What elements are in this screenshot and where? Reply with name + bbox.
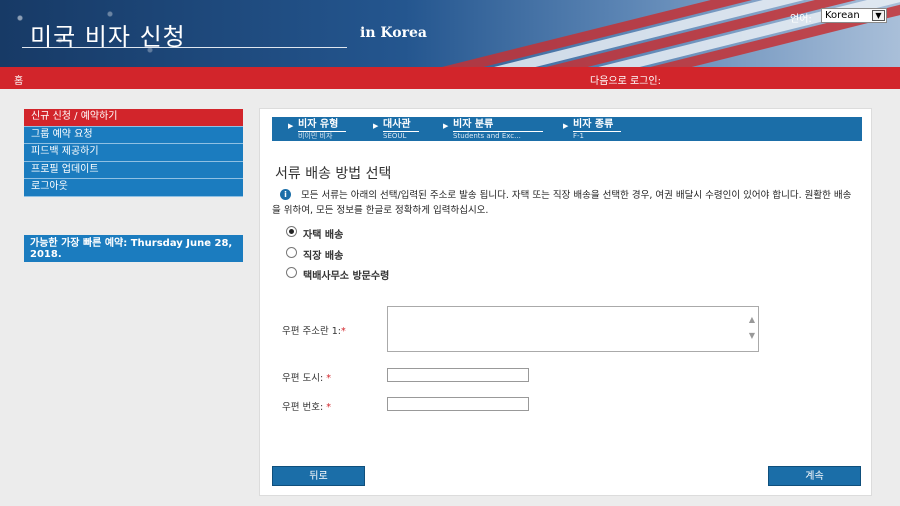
step-value: 비이민 비자 (298, 132, 333, 140)
top-nav-bar: 홈 다음으로 로그인: (0, 67, 900, 89)
required-mark: * (326, 373, 331, 384)
radio-button[interactable] (286, 247, 297, 258)
play-arrow-icon: ▶ (563, 122, 569, 130)
sidebar-item-new-application[interactable]: 신규 신청 / 예약하기 (24, 109, 243, 127)
main-panel: ▶ 비자 유형 비이민 비자 ▶ 대사관 SEOUL ▶ 비자 분류 Stude… (259, 108, 872, 496)
sidebar-item-group-request[interactable]: 그룹 예약 요청 (24, 126, 243, 144)
language-label: 언어: (790, 14, 812, 25)
home-link[interactable]: 홈 (14, 72, 23, 87)
logged-in-label: 다음으로 로그인: (590, 76, 661, 87)
back-button[interactable]: 뒤로 (272, 466, 365, 486)
play-arrow-icon: ▶ (373, 122, 379, 130)
site-subtitle: in Korea (360, 25, 427, 41)
zip-label: 우편 번호: * (282, 399, 331, 413)
sidebar-item-logout[interactable]: 로그아웃 (24, 179, 243, 197)
city-label-text: 우편 도시: (282, 373, 324, 384)
sidebar-menu: 신규 신청 / 예약하기 그룹 예약 요청 피드백 제공하기 프로필 업데이트 … (24, 109, 243, 197)
step-visa-category: ▶ 비자 분류 Students and Exc... (443, 119, 543, 141)
scroll-down-icon[interactable]: ▼ (749, 331, 755, 340)
radio-label: 택배사무소 방문수령 (303, 271, 390, 282)
sidebar-item-update-profile[interactable]: 프로필 업데이트 (24, 161, 243, 179)
page-title: 서류 배송 방법 선택 (275, 166, 392, 182)
step-value: SEOUL (383, 132, 407, 140)
title-underline (22, 47, 347, 48)
step-visa-class: ▶ 비자 종류 F-1 (563, 119, 622, 141)
step-name: 비자 분류 (453, 119, 543, 132)
required-mark: * (326, 402, 331, 413)
earliest-appointment-box: 가능한 가장 빠른 예약: Thursday June 28, 2018. (24, 235, 243, 262)
play-arrow-icon: ▶ (288, 122, 294, 130)
step-visa-type: ▶ 비자 유형 비이민 비자 (288, 119, 347, 141)
language-select[interactable]: Korean ▼ (821, 8, 887, 23)
page: 미국 비자 신청 in Korea 언어: Korean ▼ 홈 다음으로 로그… (0, 0, 900, 506)
zip-input[interactable] (387, 397, 529, 411)
radio-button[interactable] (286, 267, 297, 278)
language-value: Korean (825, 10, 860, 21)
zip-label-text: 우편 번호: (282, 402, 324, 413)
required-mark: * (341, 326, 346, 337)
play-arrow-icon: ▶ (443, 122, 449, 130)
sidebar-item-feedback[interactable]: 피드백 제공하기 (24, 144, 243, 162)
step-name: 대사관 (383, 119, 419, 132)
step-embassy: ▶ 대사관 SEOUL (373, 119, 419, 141)
scroll-up-icon[interactable]: ▲ (749, 315, 755, 324)
progress-steps: ▶ 비자 유형 비이민 비자 ▶ 대사관 SEOUL ▶ 비자 분류 Stude… (272, 117, 862, 141)
address-textarea[interactable]: ▲ ▼ (387, 306, 759, 352)
city-input[interactable] (387, 368, 529, 382)
address-label: 우편 주소란 1:* (282, 323, 346, 337)
chevron-down-icon: ▼ (872, 10, 885, 21)
continue-button[interactable]: 계속 (768, 466, 861, 486)
radio-label: 자택 배송 (303, 230, 344, 241)
step-value: Students and Exc... (453, 132, 521, 140)
step-value: F-1 (573, 132, 585, 140)
step-name: 비자 유형 (298, 119, 347, 132)
info-message: 모든 서류는 아래의 선택/입력된 주소로 발송 됩니다. 자택 또는 직장 배… (272, 190, 852, 216)
header-banner: 미국 비자 신청 in Korea 언어: Korean ▼ (0, 0, 900, 67)
city-label: 우편 도시: * (282, 370, 331, 384)
step-name: 비자 종류 (573, 119, 622, 132)
radio-button[interactable] (286, 226, 297, 237)
radio-label: 직장 배송 (303, 251, 344, 262)
address-label-text: 우편 주소란 1: (282, 326, 341, 337)
